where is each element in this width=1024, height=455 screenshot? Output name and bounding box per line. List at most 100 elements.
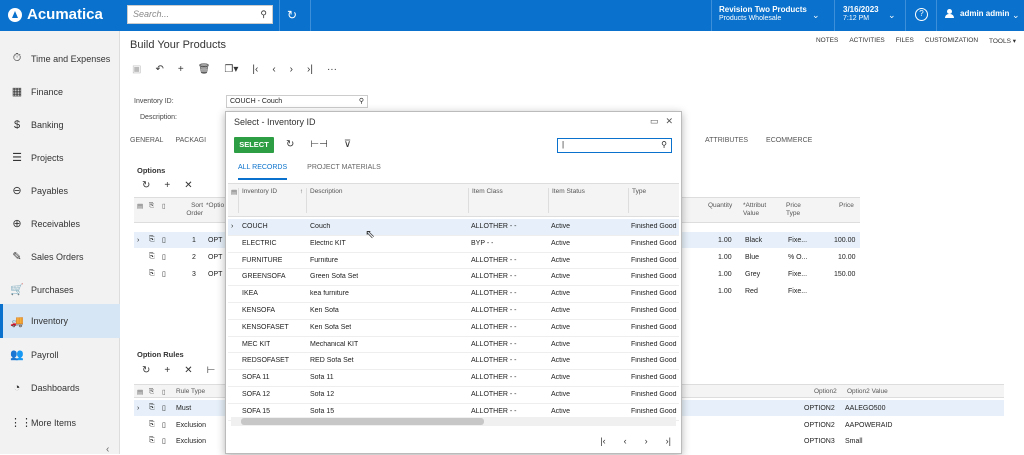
search-icon[interactable]: ⚲ (661, 140, 667, 149)
grid-settings-icon[interactable]: ▤ (137, 388, 143, 396)
sidebar-item-projects[interactable]: ☰ Projects (0, 141, 120, 174)
next-page-icon[interactable]: › (645, 436, 648, 446)
chevron-down-icon[interactable]: ⌄ (812, 10, 820, 21)
first-page-icon[interactable]: |‹ (600, 436, 605, 446)
table-row[interactable]: MEC KIT Mechanical KIT ALLOTHER - - Active F… (228, 337, 679, 354)
sidebar-item-label: Inventory (31, 316, 69, 326)
table-row[interactable]: SOFA 11 Sofa 11 ALLOTHER - - Active Finished… (228, 370, 679, 387)
item-status-header[interactable]: Item Status (548, 188, 628, 213)
table-row[interactable]: REDSOFASET RED Sofa Set ALLOTHER - - Active… (228, 353, 679, 371)
grid-settings-icon[interactable]: ▤ (231, 188, 237, 196)
expand-icon[interactable]: › (137, 237, 139, 244)
inventory-id-field[interactable]: COUCH - Couch ⚲ (226, 95, 368, 108)
add-row-icon[interactable]: + (164, 365, 170, 376)
tab-general[interactable]: GENERAL (130, 137, 163, 144)
filter-icon[interactable]: ⊽ (344, 139, 351, 150)
item-class-header[interactable]: Item Class (468, 188, 548, 213)
activities-link[interactable]: ACTIVITIES (849, 37, 884, 45)
branch-selector[interactable]: Revision Two Products Products Wholesale (719, 5, 807, 23)
add-icon[interactable]: + (178, 64, 184, 75)
grid-settings-icon[interactable]: ▤ (137, 202, 143, 210)
delete-icon[interactable]: 🗑 (198, 64, 211, 75)
chevron-down-icon[interactable]: ⌄ (888, 10, 896, 21)
sidebar-item-finance[interactable]: ▦ Finance (0, 75, 120, 108)
maximize-icon[interactable]: ▭ (650, 116, 659, 127)
quantity-header[interactable]: Quantity (708, 202, 732, 209)
previous-record-icon[interactable]: ‹ (272, 64, 275, 75)
user-menu[interactable]: admin admin (945, 9, 1009, 18)
more-icon[interactable]: ··· (327, 64, 337, 75)
table-row[interactable]: IKEA kea furniture ALLOTHER - - Active Finis… (228, 286, 679, 303)
attribute-value-header[interactable]: *Attribut Value (743, 202, 773, 218)
last-page-icon[interactable]: ›| (666, 436, 671, 446)
table-row[interactable]: KENSOFA Ken Sofa ALLOTHER - - Active Finishe… (228, 303, 679, 320)
scrollbar-thumb[interactable] (241, 418, 484, 425)
description-header[interactable]: Description (306, 188, 468, 213)
refresh-icon[interactable]: ↻ (142, 180, 150, 191)
table-row[interactable]: FURNITURE Furniture ALLOTHER - - Active Fini… (228, 253, 679, 270)
previous-page-icon[interactable]: ‹ (624, 436, 627, 446)
refresh-icon[interactable]: ↻ (286, 139, 294, 150)
delete-row-icon[interactable]: ✕ (184, 365, 192, 376)
search-icon[interactable]: ⚲ (359, 97, 364, 105)
tab-attributes[interactable]: ATTRIBUTES (705, 137, 748, 144)
undo-icon[interactable]: ↶ (155, 64, 163, 75)
close-icon[interactable]: ✕ (665, 116, 673, 127)
tab-ecommerce[interactable]: ECOMMERCE (766, 137, 812, 144)
sidebar-item-sales-orders[interactable]: ✎ Sales Orders (0, 240, 120, 273)
history-icon[interactable]: ↻ (287, 8, 297, 22)
business-date-selector[interactable]: 3/16/2023 7:12 PM (843, 5, 879, 23)
option2-value-header[interactable]: Option2 Value (847, 388, 888, 395)
horizontal-scrollbar[interactable] (231, 417, 676, 426)
price-type-header[interactable]: Price Type (786, 202, 810, 218)
expand-icon[interactable]: › (137, 405, 139, 412)
tab-all-records[interactable]: ALL RECORDS (238, 164, 288, 180)
save-icon[interactable]: ▣ (132, 64, 141, 75)
first-record-icon[interactable]: |‹ (252, 64, 258, 75)
collapse-sidebar-icon[interactable]: ‹ (106, 444, 109, 455)
sidebar-item-time-and-expenses[interactable]: ⏱ Time and Expenses (0, 42, 120, 75)
search-icon[interactable]: ⚲ (260, 9, 267, 20)
sidebar-item-payroll[interactable]: 👥 Payroll (0, 338, 120, 371)
sidebar-item-more-items[interactable]: ⋮⋮ More Items (0, 406, 120, 439)
table-row[interactable]: KENSOFASET Ken Sofa Set ALLOTHER - - Active… (228, 320, 679, 337)
notes-link[interactable]: NOTES (816, 37, 838, 45)
type-header[interactable]: Type (628, 188, 679, 213)
refresh-icon[interactable]: ↻ (142, 365, 150, 376)
table-row[interactable]: ELECTRIC Electric KIT BYP - - Active Finishe… (228, 236, 679, 253)
table-row[interactable]: GREENSOFA Green Sofa Set ALLOTHER - - Activ… (228, 269, 679, 287)
inventory-id-header[interactable]: Inventory ID ↑ (238, 188, 306, 213)
sidebar-item-dashboards[interactable]: ◔ Dashboards (0, 371, 120, 404)
select-button[interactable]: SELECT (234, 137, 274, 153)
table-row[interactable]: SOFA 12 Sofa 12 ALLOTHER - - Active Finished… (228, 387, 679, 404)
option-header[interactable]: *Optio (206, 202, 224, 209)
sidebar-item-purchases[interactable]: 🛒 Purchases (0, 273, 120, 306)
tab-packaging[interactable]: PACKAGI (175, 137, 206, 144)
sidebar-item-banking[interactable]: $ Banking (0, 108, 120, 141)
price-header[interactable]: Price (839, 202, 854, 209)
chevron-down-icon[interactable]: ⌄ (1012, 10, 1020, 21)
sidebar-item-inventory[interactable]: 🚚 Inventory (0, 304, 120, 338)
sort-order-header[interactable]: Sort Order (178, 202, 203, 218)
delete-row-icon[interactable]: ✕ (184, 180, 192, 191)
help-icon[interactable]: ? (915, 8, 928, 21)
sidebar-item-payables[interactable]: ⊖ Payables (0, 174, 120, 207)
global-search-input[interactable]: Search... ⚲ (127, 5, 273, 24)
fit-columns-icon[interactable]: ⊢ (207, 365, 216, 376)
copy-paste-icon[interactable]: ❐▾ (224, 64, 238, 75)
sidebar-item-receivables[interactable]: ⊕ Receivables (0, 207, 120, 240)
tab-project-materials[interactable]: PROJECT MATERIALS (307, 164, 381, 180)
expand-icon[interactable]: › (231, 223, 233, 230)
tools-menu[interactable]: TOOLS ▾ (989, 37, 1016, 45)
acumatica-logo[interactable]: Acumatica (8, 6, 103, 23)
table-row[interactable]: › COUCH Couch ALLOTHER - - Active Finished Go… (228, 219, 679, 236)
fit-columns-icon[interactable]: ⊢⊣ (310, 139, 327, 150)
dialog-search-input[interactable]: | ⚲ (557, 138, 672, 153)
customization-link[interactable]: CUSTOMIZATION (925, 37, 978, 45)
last-record-icon[interactable]: ›| (307, 64, 313, 75)
rule-type-header[interactable]: Rule Type (176, 388, 205, 395)
next-record-icon[interactable]: › (290, 64, 293, 75)
files-link[interactable]: FILES (896, 37, 914, 45)
add-row-icon[interactable]: + (164, 180, 170, 191)
option2-header[interactable]: Option2 (814, 388, 837, 395)
